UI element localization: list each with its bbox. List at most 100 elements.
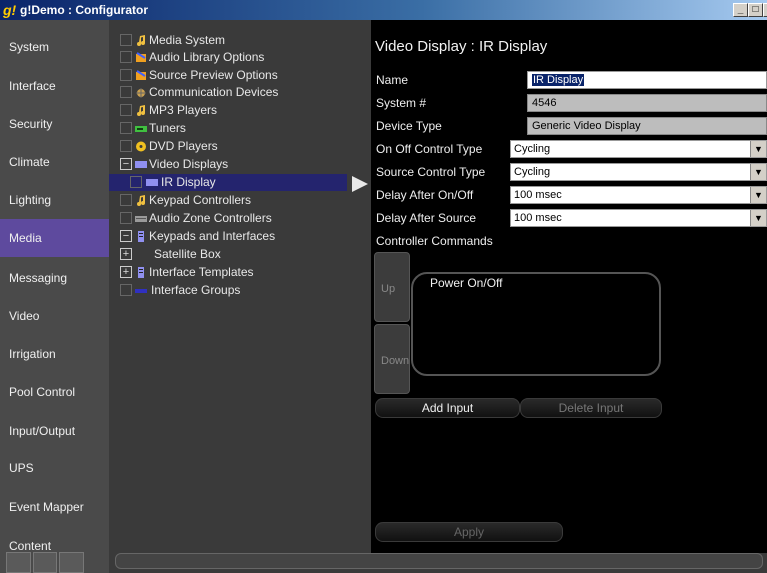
- tree-item-interface-templates[interactable]: + Interface Templates: [109, 264, 359, 281]
- nav-item-input-output[interactable]: Input/Output: [0, 412, 109, 450]
- tree-item-mp3-players[interactable]: MP3 Players: [109, 102, 359, 119]
- list-item[interactable]: Power On/Off: [430, 276, 502, 290]
- chevron-down-icon[interactable]: ▼: [750, 187, 766, 203]
- tree-checkbox[interactable]: [120, 104, 132, 116]
- window-title: g!Demo : Configurator: [20, 3, 148, 17]
- device-type-label: Device Type: [376, 119, 442, 133]
- nav-item-interface[interactable]: Interface: [0, 67, 109, 105]
- tree-checkbox[interactable]: [120, 34, 132, 46]
- status-field: [115, 553, 763, 569]
- keypad-icon: [138, 231, 144, 242]
- add-input-button[interactable]: Add Input: [375, 398, 520, 418]
- tree-item-source-preview-options[interactable]: Source Preview Options: [109, 67, 359, 84]
- tree-checkbox[interactable]: [130, 176, 142, 188]
- expand-toggle[interactable]: +: [120, 266, 132, 278]
- tree-item-dvd-players[interactable]: DVD Players: [109, 138, 359, 155]
- tree-item-keypads-and-interfaces[interactable]: − Keypads and Interfaces: [109, 228, 359, 245]
- name-label: Name: [376, 73, 409, 87]
- footer-tab-3[interactable]: [59, 552, 85, 573]
- tree-checkbox[interactable]: [120, 69, 132, 81]
- display-icon: [146, 179, 158, 186]
- tree-checkbox[interactable]: [120, 284, 132, 296]
- selection-arrow-icon: [352, 176, 368, 192]
- chevron-down-icon[interactable]: ▼: [750, 164, 766, 180]
- move-up-button[interactable]: Up: [374, 252, 410, 322]
- controller-commands-label: Controller Commands: [376, 234, 493, 248]
- delay-source-select[interactable]: 100 msec ▼: [510, 209, 767, 227]
- onoff-control-select[interactable]: Cycling ▼: [510, 140, 767, 158]
- device-tree: Media System Audio Library Options Sourc…: [109, 20, 371, 553]
- audio-zone-icon: [135, 216, 147, 222]
- system-number-label: System #: [376, 96, 427, 110]
- collapse-toggle[interactable]: −: [120, 230, 132, 242]
- tree-item-interface-groups[interactable]: Interface Groups: [109, 282, 359, 299]
- tree-item-communication-devices[interactable]: Communication Devices: [109, 84, 359, 101]
- nav-item-ups[interactable]: UPS: [0, 449, 109, 487]
- nav-item-pool-control[interactable]: Pool Control: [0, 373, 109, 411]
- keypad-icon: [138, 267, 144, 278]
- tree-checkbox[interactable]: [120, 212, 132, 224]
- name-field[interactable]: IR Display: [527, 71, 767, 89]
- nav-item-lighting[interactable]: Lighting: [0, 181, 109, 219]
- detail-panel: Video Display : IR Display Name IR Displ…: [371, 20, 767, 553]
- page-title: Video Display : IR Display: [375, 38, 548, 55]
- nav-item-security[interactable]: Security: [0, 105, 109, 143]
- footer-tab-1[interactable]: [6, 552, 31, 573]
- nav-item-irrigation[interactable]: Irrigation: [0, 335, 109, 373]
- system-number-field: 4546: [527, 94, 767, 112]
- source-preview-icon: [136, 70, 146, 80]
- tree-checkbox[interactable]: [120, 122, 132, 134]
- dvd-icon: [136, 141, 146, 152]
- tree-checkbox[interactable]: [120, 86, 132, 98]
- nav-item-messaging[interactable]: Messaging: [0, 259, 109, 297]
- chevron-down-icon[interactable]: ▼: [750, 210, 766, 226]
- music-note-icon: [137, 105, 145, 116]
- tree-item-video-displays[interactable]: − Video Displays: [109, 156, 359, 173]
- maximize-button[interactable]: □: [748, 3, 763, 17]
- category-nav: System Interface Security Climate Lighti…: [0, 20, 109, 573]
- chevron-down-icon[interactable]: ▼: [750, 141, 766, 157]
- nav-item-system[interactable]: System: [0, 28, 109, 66]
- device-type-field: Generic Video Display: [527, 117, 767, 135]
- onoff-control-label: On Off Control Type: [376, 142, 483, 156]
- tree-checkbox[interactable]: [120, 51, 132, 63]
- minimize-button[interactable]: _: [733, 3, 748, 17]
- apply-button[interactable]: Apply: [375, 522, 563, 542]
- music-note-icon: [137, 35, 145, 46]
- nav-item-video[interactable]: Video: [0, 297, 109, 335]
- source-control-label: Source Control Type: [376, 165, 486, 179]
- tree-item-ir-display[interactable]: IR Display: [109, 174, 347, 191]
- nav-item-media[interactable]: Media: [0, 219, 109, 257]
- tree-item-audio-library-options[interactable]: Audio Library Options: [109, 49, 359, 66]
- configurator-window: g! g!Demo : Configurator _ □ × System In…: [0, 0, 767, 573]
- delete-input-button[interactable]: Delete Input: [520, 398, 662, 418]
- footer-tab-2[interactable]: [32, 552, 58, 573]
- source-control-select[interactable]: Cycling ▼: [510, 163, 767, 181]
- tree-item-audio-zone-controllers[interactable]: Audio Zone Controllers: [109, 210, 359, 227]
- interface-group-icon: [135, 289, 147, 293]
- collapse-toggle[interactable]: −: [120, 158, 132, 170]
- command-list[interactable]: Power On/Off: [411, 272, 661, 376]
- tree-checkbox[interactable]: [120, 194, 132, 206]
- delay-onoff-select[interactable]: 100 msec ▼: [510, 186, 767, 204]
- nav-footer-buttons: [6, 552, 85, 573]
- delay-onoff-label: Delay After On/Off: [376, 188, 474, 202]
- app-icon: g!: [3, 2, 17, 18]
- audio-library-icon: [136, 52, 146, 62]
- nav-item-event-mapper[interactable]: Event Mapper: [0, 488, 109, 526]
- display-icon: [135, 161, 147, 168]
- expand-toggle[interactable]: +: [120, 248, 132, 260]
- close-button[interactable]: ×: [763, 3, 767, 17]
- tuner-icon: [135, 126, 147, 132]
- communication-icon: [136, 88, 146, 98]
- nav-item-climate[interactable]: Climate: [0, 143, 109, 181]
- delay-source-label: Delay After Source: [376, 211, 477, 225]
- title-bar: g! g!Demo : Configurator _ □ ×: [0, 0, 767, 20]
- tree-item-satellite-box[interactable]: + Satellite Box: [109, 246, 359, 263]
- tree-checkbox[interactable]: [120, 140, 132, 152]
- tree-item-tuners[interactable]: Tuners: [109, 120, 359, 137]
- status-bar: [109, 553, 767, 573]
- tree-item-keypad-controllers[interactable]: Keypad Controllers: [109, 192, 359, 209]
- music-note-icon: [137, 195, 145, 206]
- move-down-button[interactable]: Down: [374, 324, 410, 394]
